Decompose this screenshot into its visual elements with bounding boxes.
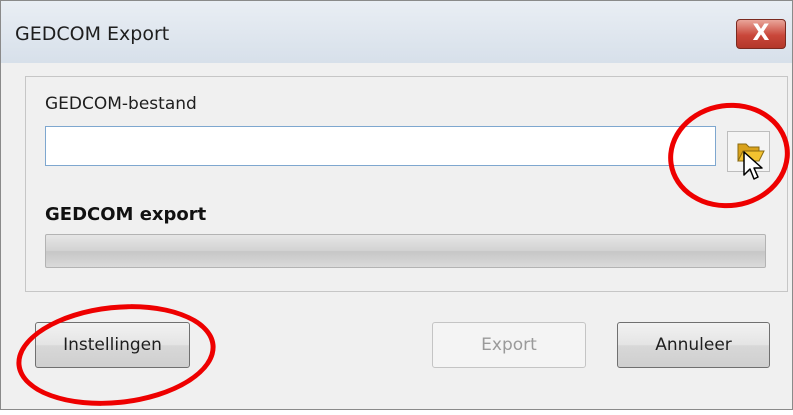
- title-bar: GEDCOM Export X: [1, 1, 792, 63]
- mouse-pointer-icon: [743, 151, 763, 180]
- window-title: GEDCOM Export: [15, 23, 170, 45]
- export-button[interactable]: Export: [432, 322, 586, 368]
- close-button[interactable]: X: [736, 19, 786, 49]
- cancel-button[interactable]: Annuleer: [617, 322, 770, 368]
- export-progress-bar: [45, 234, 766, 268]
- gedcom-export-label: GEDCOM export: [45, 204, 207, 225]
- gedcom-file-input[interactable]: [45, 126, 716, 166]
- close-icon: X: [752, 21, 770, 46]
- gedcom-file-label: GEDCOM-bestand: [45, 94, 197, 114]
